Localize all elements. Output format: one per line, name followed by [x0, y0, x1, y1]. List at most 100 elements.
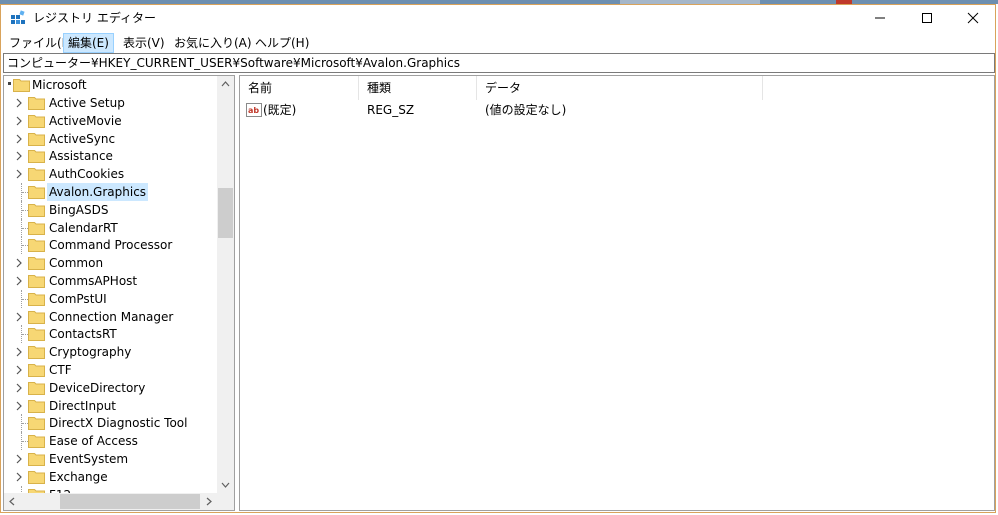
chevron-right-icon[interactable] — [13, 133, 25, 145]
tree-item[interactable]: ActiveMovie — [4, 112, 218, 130]
folder-icon — [28, 310, 45, 324]
tree-item[interactable]: Avalon.Graphics — [4, 183, 218, 201]
values-list-pane[interactable]: 名前 種類 データ ab (既定) REG_SZ (値の設定なし) — [239, 75, 995, 511]
scroll-down-icon[interactable] — [217, 476, 234, 493]
tree-item-label: ActiveSync — [49, 131, 116, 146]
svg-text:ab: ab — [248, 106, 259, 115]
scroll-up-icon[interactable] — [217, 76, 234, 93]
chevron-right-icon[interactable] — [13, 115, 25, 127]
tree-item-label: CommsAPHost — [49, 274, 138, 288]
folder-icon — [28, 186, 45, 199]
column-header-type[interactable]: 種類 — [359, 76, 477, 100]
tree-item-label: Common — [49, 256, 104, 271]
address-bar[interactable]: コンピューター¥HKEY_CURRENT_USER¥Software¥Micro… — [3, 53, 995, 73]
close-button[interactable] — [950, 5, 996, 31]
chevron-right-icon[interactable] — [13, 257, 25, 269]
folder-icon — [28, 239, 45, 253]
tree-item-label: DirectX Diagnostic Tool — [49, 416, 188, 431]
tree-item[interactable]: CalendarRT — [4, 218, 218, 237]
tree-item[interactable]: ContactsRT — [4, 325, 218, 344]
tree-item-label: Exchange — [49, 469, 108, 484]
menu-help[interactable]: ヘルプ(H) — [251, 33, 313, 53]
folder-icon — [28, 132, 45, 146]
tree-item[interactable]: Ease of Access — [4, 432, 218, 451]
tree-item-label: Connection Manager — [49, 309, 174, 324]
minimize-button[interactable] — [857, 5, 903, 31]
value-name: (既定) — [263, 103, 297, 117]
folder-icon — [28, 346, 45, 360]
tree-item-label: Cryptography — [49, 345, 132, 360]
tree-item[interactable]: CommsAPHost — [4, 272, 218, 290]
folder-icon — [28, 114, 45, 128]
chevron-right-icon[interactable] — [13, 471, 25, 483]
chevron-right-icon[interactable] — [13, 150, 25, 162]
minimize-icon — [875, 17, 885, 19]
value-row[interactable]: ab (既定) REG_SZ (値の設定なし) — [240, 101, 994, 119]
value-type: REG_SZ — [367, 103, 415, 117]
folder-icon — [28, 453, 45, 466]
tree-root-label: Microsoft — [32, 78, 87, 92]
chevron-right-icon[interactable] — [13, 382, 25, 394]
tree-item[interactable]: DeviceDirectory — [4, 379, 218, 397]
title-bar: レジストリ エディター — [1, 5, 995, 31]
tree-item-label: ComPstUI — [49, 291, 107, 306]
value-data: (値の設定なし) — [485, 103, 567, 117]
menu-edit[interactable]: 編集(E) — [63, 33, 114, 53]
folder-icon — [28, 292, 45, 306]
column-header-name[interactable]: 名前 — [240, 76, 359, 100]
tree-item[interactable]: BingASDS — [4, 200, 218, 219]
tree-root-microsoft[interactable]: Microsoft — [4, 76, 218, 94]
scrollbar-corner — [217, 493, 234, 510]
tree-item[interactable]: DirectInput — [4, 397, 218, 415]
column-header-data[interactable]: データ — [477, 76, 763, 100]
tree-item[interactable]: ComPstUI — [4, 289, 218, 308]
folder-icon — [28, 381, 45, 395]
folder-icon — [28, 203, 45, 217]
tree-horizontal-scroll-thumb[interactable] — [60, 494, 200, 509]
key-tree-pane[interactable]: Microsoft Active Setup ActiveMovie ActiveS… — [3, 75, 235, 511]
folder-icon — [28, 435, 45, 449]
registry-editor-window: レジストリ エディター ファイル(F) 編集(E) 表示(V) お気に入り(A)… — [0, 4, 996, 513]
tree-vertical-scrollbar[interactable] — [217, 76, 234, 493]
folder-icon — [28, 257, 45, 271]
scroll-right-icon[interactable] — [200, 493, 217, 510]
tree-item[interactable]: DirectX Diagnostic Tool — [4, 414, 218, 433]
folder-icon — [28, 328, 45, 342]
tree-item[interactable]: ActiveSync — [4, 130, 218, 148]
chevron-right-icon[interactable] — [13, 168, 25, 180]
tree-item[interactable]: AuthCookies — [4, 165, 218, 183]
tree-item-label: Command Processor — [49, 238, 173, 253]
tree-item-label: BingASDS — [49, 202, 109, 217]
tree-item-label: DeviceDirectory — [49, 380, 146, 395]
folder-icon — [28, 221, 45, 235]
chevron-right-icon[interactable] — [13, 97, 25, 109]
tree-item[interactable]: EventSystem — [4, 450, 218, 468]
tree-horizontal-scrollbar[interactable] — [4, 493, 234, 510]
tree-item[interactable]: Common — [4, 254, 218, 272]
tree-item[interactable]: Exchange — [4, 468, 218, 486]
tree-item[interactable]: Assistance — [4, 147, 218, 165]
menu-favorites[interactable]: お気に入り(A) — [170, 33, 256, 53]
tree-item-label: DirectInput — [49, 398, 117, 413]
folder-open-icon — [13, 79, 30, 92]
tree-vertical-scroll-thumb[interactable] — [218, 188, 233, 238]
chevron-right-icon[interactable] — [13, 311, 25, 323]
chevron-right-icon[interactable] — [13, 400, 25, 412]
maximize-button[interactable] — [904, 5, 950, 31]
tree-item[interactable]: Connection Manager — [4, 308, 218, 326]
scroll-left-icon[interactable] — [4, 493, 21, 510]
chevron-right-icon[interactable] — [13, 346, 25, 358]
maximize-icon — [922, 13, 932, 23]
tree-item-label: EventSystem — [49, 452, 129, 466]
tree-item[interactable]: Active Setup — [4, 94, 218, 112]
tree-item[interactable]: Command Processor — [4, 236, 218, 255]
chevron-right-icon[interactable] — [13, 453, 25, 465]
tree-item-label: AuthCookies — [49, 167, 125, 182]
menu-view[interactable]: 表示(V) — [119, 33, 169, 53]
folder-icon — [28, 470, 45, 484]
chevron-right-icon[interactable] — [13, 275, 25, 287]
tree-item[interactable]: Cryptography — [4, 343, 218, 361]
tree-item[interactable]: CTF — [4, 361, 218, 379]
tree-item-label: Ease of Access — [49, 434, 138, 449]
chevron-right-icon[interactable] — [13, 364, 25, 376]
